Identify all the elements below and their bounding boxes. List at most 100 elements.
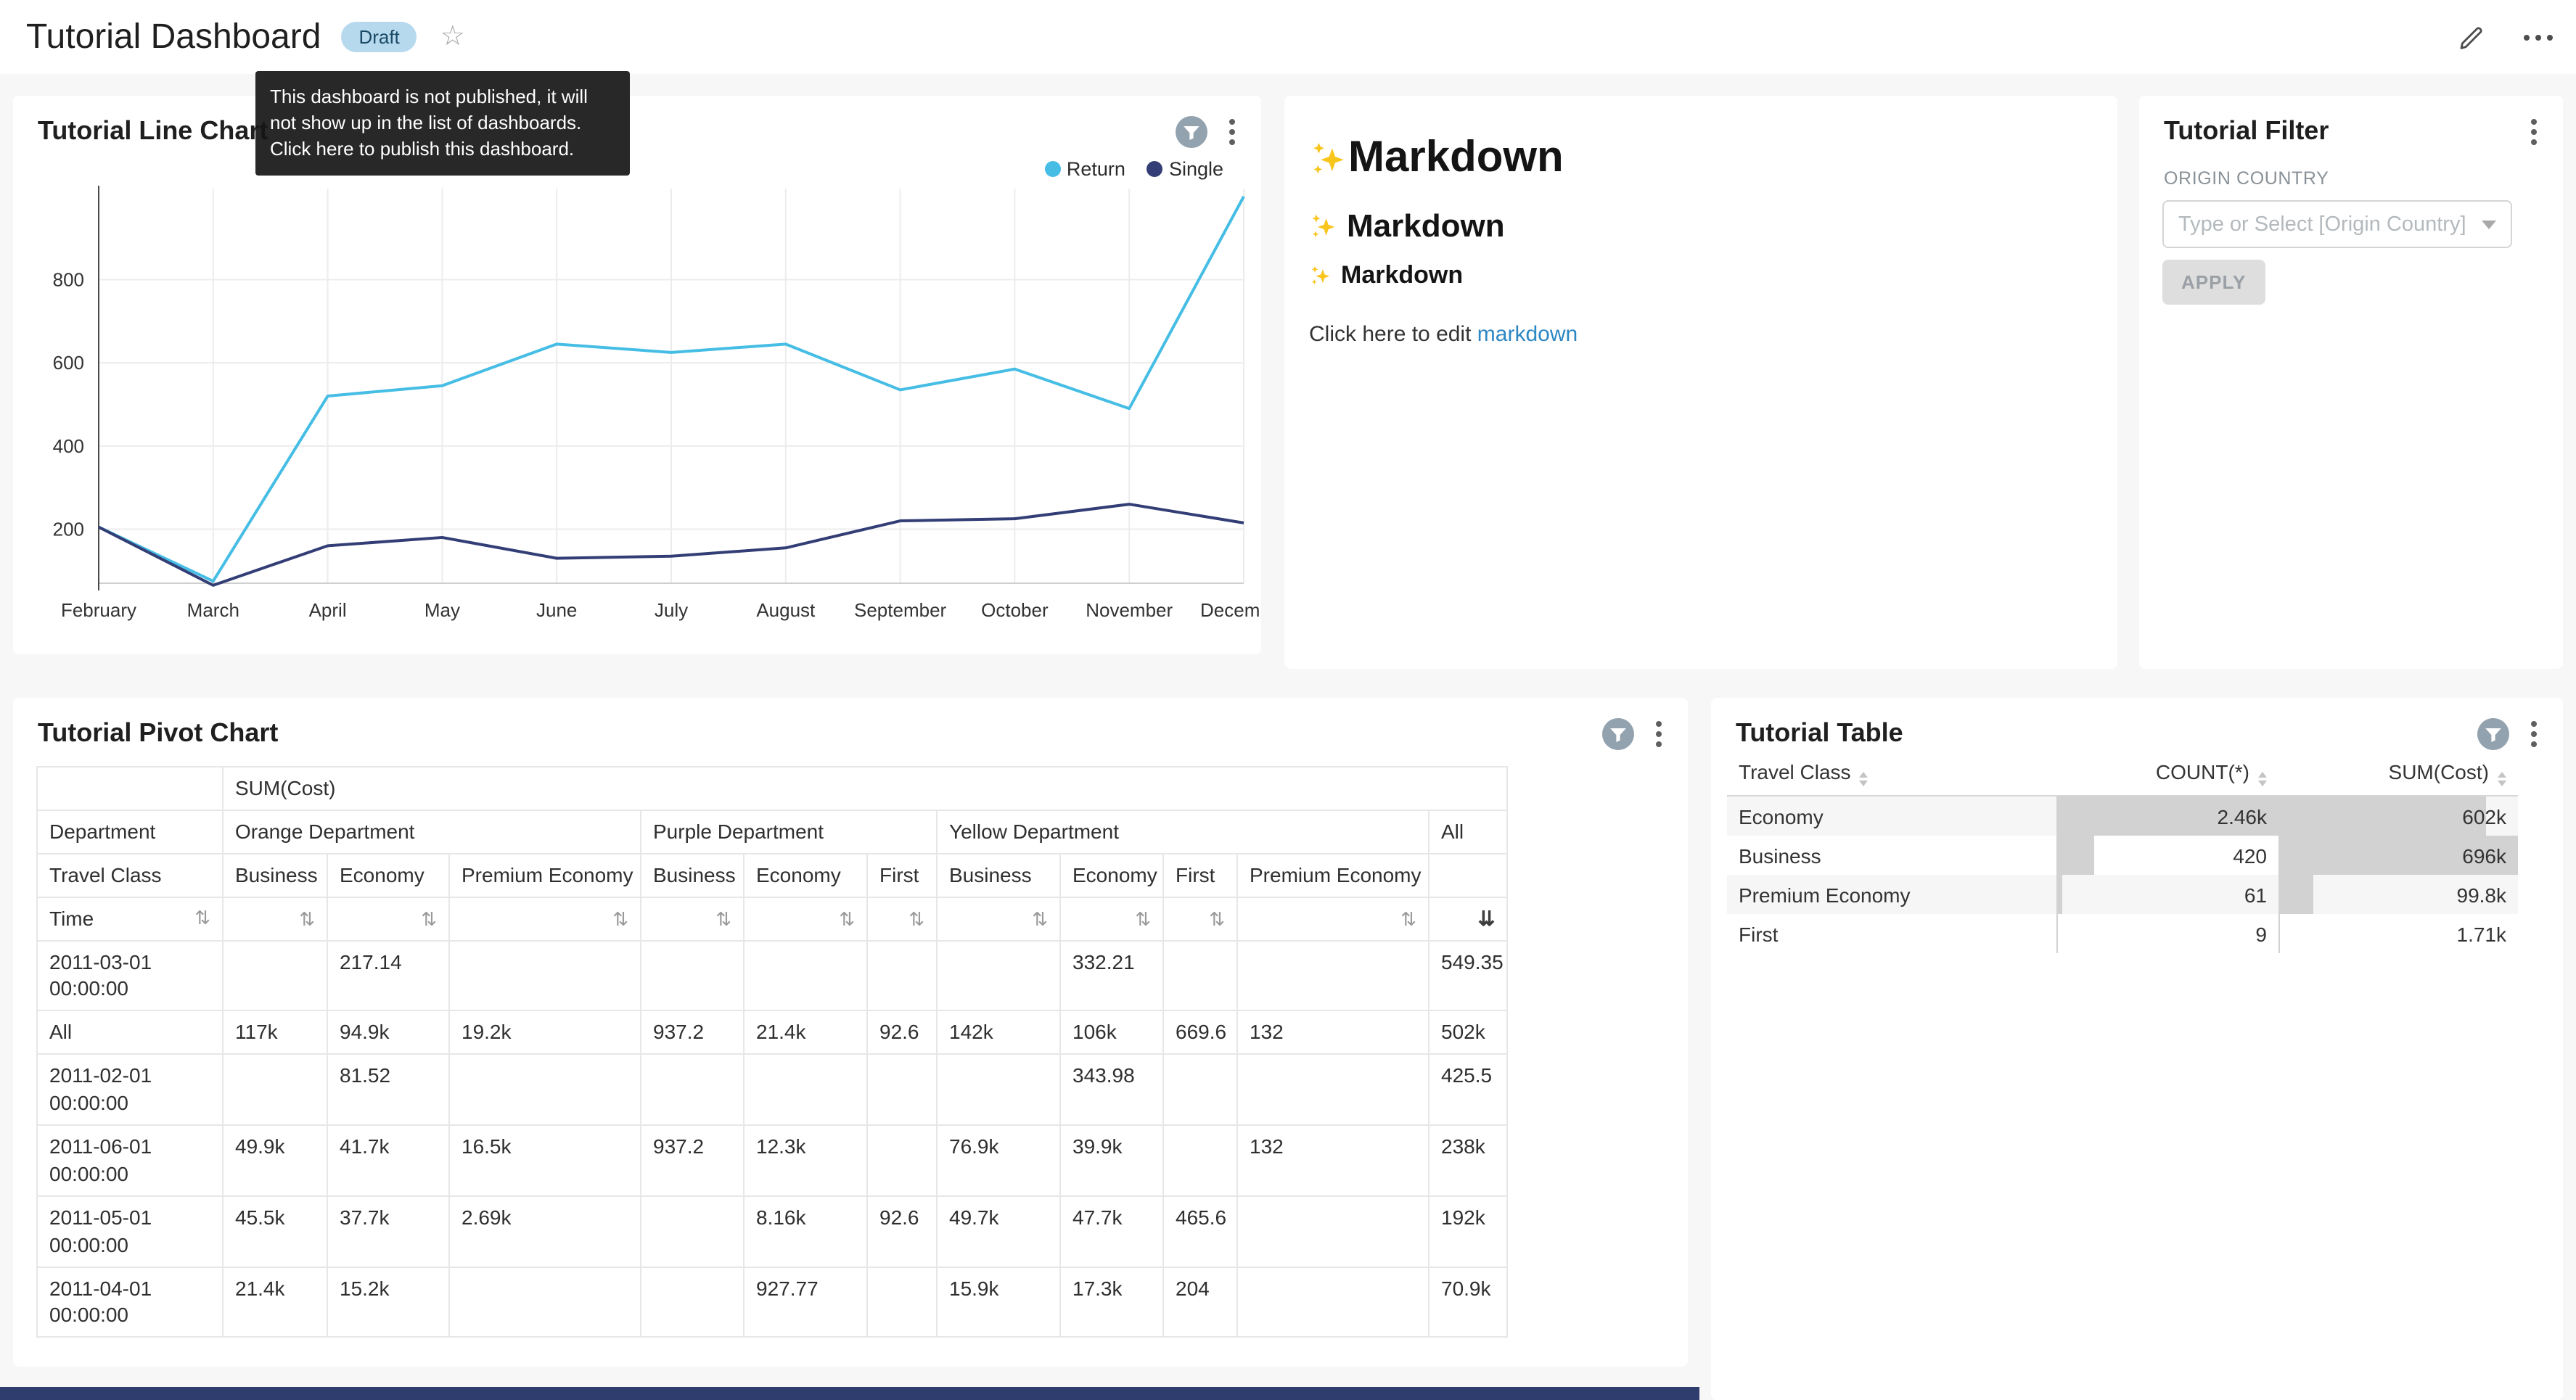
pivot-cell: 15.2k bbox=[327, 1267, 449, 1338]
value-cell: 99.8k bbox=[2278, 875, 2518, 914]
pivot-row: 2011-02-01 00:00:0081.52343.98425.5 bbox=[37, 1054, 1507, 1125]
pivot-cell: 92.6 bbox=[867, 1196, 937, 1267]
pivot-row: 2011-06-01 00:00:0049.9k41.7k16.5k937.21… bbox=[37, 1125, 1507, 1196]
sort-icon[interactable]: ⇅ bbox=[839, 907, 855, 929]
sort-icon bbox=[1860, 772, 1869, 786]
pivot-cell bbox=[867, 1125, 937, 1196]
value-bar bbox=[2278, 796, 2485, 836]
pivot-row-label: 2011-06-01 00:00:00 bbox=[37, 1125, 223, 1196]
pivot-col-header bbox=[1429, 854, 1507, 897]
markdown-h3: Markdown bbox=[1309, 261, 1463, 290]
sort-icon[interactable]: ⇅ bbox=[1209, 907, 1225, 929]
pivot-cell: 37.7k bbox=[327, 1196, 449, 1267]
sort-icon[interactable]: ⇅ bbox=[715, 907, 731, 929]
data-table: Travel Class COUNT(*) SUM(Cost) Economy2… bbox=[1727, 752, 2518, 953]
sort-icon[interactable]: ⇅ bbox=[421, 907, 437, 929]
pivot-col-header: Economy bbox=[744, 854, 867, 897]
pivot-cell bbox=[937, 1054, 1060, 1125]
legend-item-single[interactable]: Single bbox=[1147, 158, 1223, 180]
markdown-edit-link[interactable]: markdown bbox=[1477, 322, 1578, 347]
svg-text:October: October bbox=[981, 599, 1049, 621]
sort-icon bbox=[2498, 772, 2506, 786]
value-bar bbox=[2278, 875, 2313, 914]
pivot-cell bbox=[223, 1054, 327, 1125]
markdown-h1-text: Markdown bbox=[1348, 133, 1564, 183]
pivot-header-row: DepartmentOrange DepartmentPurple Depart… bbox=[37, 810, 1507, 854]
sort-icon[interactable]: ⇅ bbox=[1135, 907, 1151, 929]
apply-button[interactable]: APPLY bbox=[2162, 260, 2265, 305]
card-actions bbox=[1176, 116, 1238, 148]
svg-text:800: 800 bbox=[53, 269, 84, 291]
pivot-cell: 238k bbox=[1429, 1125, 1507, 1196]
svg-text:July: July bbox=[655, 599, 688, 621]
legend-item-return[interactable]: Return bbox=[1045, 158, 1125, 180]
sort-icon[interactable]: ⇅ bbox=[612, 907, 628, 929]
legend-swatch bbox=[1045, 161, 1061, 177]
table-row: Business420696k bbox=[1727, 836, 2518, 875]
filter-indicator-icon[interactable] bbox=[1176, 116, 1207, 148]
dashboard-title[interactable]: Tutorial Dashboard bbox=[26, 17, 321, 57]
pivot-cell bbox=[744, 1054, 867, 1125]
filter-indicator-icon[interactable] bbox=[2477, 718, 2509, 750]
pivot-cell: 49.7k bbox=[937, 1196, 1060, 1267]
more-options-icon[interactable] bbox=[2524, 34, 2553, 40]
pivot-cell: 15.9k bbox=[937, 1267, 1060, 1338]
value-cell: 61 bbox=[2056, 875, 2278, 914]
svg-text:400: 400 bbox=[53, 435, 84, 457]
edit-dashboard-icon[interactable] bbox=[2457, 22, 2486, 52]
pivot-cell: 502k bbox=[1429, 1011, 1507, 1055]
pivot-col-header: Business bbox=[641, 854, 744, 897]
pivot-group-header: Purple Department bbox=[641, 810, 937, 854]
legend-label: Single bbox=[1169, 158, 1223, 180]
travel-class-cell: Business bbox=[1727, 836, 2056, 875]
pivot-cell: 12.3k bbox=[744, 1125, 867, 1196]
publish-tooltip: This dashboard is not published, it will… bbox=[255, 71, 630, 176]
pivot-cell: 117k bbox=[223, 1011, 327, 1055]
pivot-cell: 937.2 bbox=[641, 1011, 744, 1055]
pivot-table: SUM(Cost)DepartmentOrange DepartmentPurp… bbox=[36, 766, 1508, 1338]
pivot-col-header: First bbox=[1163, 854, 1237, 897]
origin-country-select[interactable]: Type or Select [Origin Country] bbox=[2162, 200, 2512, 248]
sort-desc-icon[interactable]: ⇊ bbox=[1478, 906, 1495, 929]
column-header-travel-class[interactable]: Travel Class bbox=[1727, 752, 2056, 796]
header-actions bbox=[2457, 0, 2553, 74]
svg-text:September: September bbox=[854, 599, 947, 621]
pivot-cell: 927.77 bbox=[744, 1267, 867, 1338]
travel-class-cell: First bbox=[1727, 914, 2056, 953]
pivot-sort-row: Time⇅⇅⇅⇅⇅⇅⇅⇅⇅⇅⇅⇊ bbox=[37, 897, 1507, 940]
sort-icon[interactable]: ⇅ bbox=[908, 907, 924, 929]
table-row: Economy2.46k602k bbox=[1727, 796, 2518, 836]
value-cell: 696k bbox=[2278, 836, 2518, 875]
pivot-cell: 19.2k bbox=[449, 1011, 641, 1055]
column-header-sum[interactable]: SUM(Cost) bbox=[2278, 752, 2518, 796]
pivot-row-label: 2011-04-01 00:00:00 bbox=[37, 1267, 223, 1338]
chart-menu-icon[interactable] bbox=[1226, 116, 1238, 148]
markdown-h2-text: Markdown bbox=[1347, 207, 1505, 245]
pivot-cell bbox=[641, 1196, 744, 1267]
markdown-paragraph-text: Click here to edit bbox=[1309, 322, 1477, 347]
pivot-row-label: All bbox=[37, 1011, 223, 1055]
filter-indicator-icon[interactable] bbox=[1602, 718, 1634, 750]
sort-icon[interactable]: ⇅ bbox=[299, 907, 315, 929]
chart-menu-icon[interactable] bbox=[2528, 718, 2540, 750]
pivot-cell bbox=[1163, 940, 1237, 1011]
column-header-count[interactable]: COUNT(*) bbox=[2056, 752, 2278, 796]
favorite-star-icon[interactable]: ☆ bbox=[440, 23, 465, 51]
pivot-cell bbox=[1237, 1196, 1429, 1267]
sort-icon[interactable]: ⇅ bbox=[194, 906, 210, 931]
svg-text:August: August bbox=[756, 599, 816, 621]
pivot-time-header: Time⇅ bbox=[37, 897, 223, 940]
pivot-cell: 217.14 bbox=[327, 940, 449, 1011]
draft-status-badge[interactable]: Draft bbox=[341, 21, 417, 52]
sort-icon[interactable]: ⇅ bbox=[1032, 907, 1048, 929]
sort-icon[interactable]: ⇅ bbox=[1400, 907, 1416, 929]
pivot-corner-cell bbox=[37, 767, 223, 810]
filter-menu-icon[interactable] bbox=[2528, 116, 2540, 148]
pivot-group-header: Yellow Department bbox=[937, 810, 1429, 854]
svg-text:March: March bbox=[187, 599, 239, 621]
chart-menu-icon[interactable] bbox=[1653, 718, 1665, 750]
pivot-cell bbox=[1163, 1125, 1237, 1196]
markdown-paragraph: Click here to edit markdown bbox=[1309, 322, 1578, 347]
pivot-cell: 39.9k bbox=[1060, 1125, 1163, 1196]
pivot-cell: 49.9k bbox=[223, 1125, 327, 1196]
